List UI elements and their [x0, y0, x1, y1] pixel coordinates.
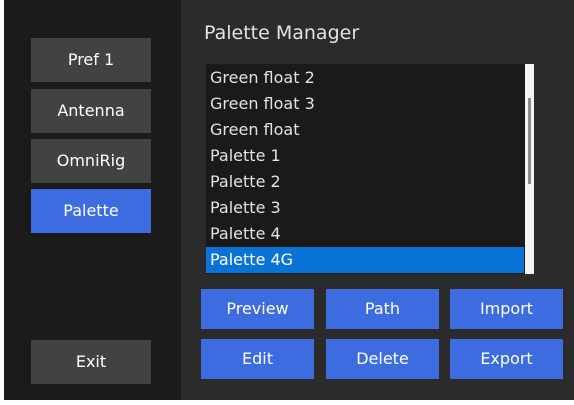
sidebar-item-antenna[interactable]: Antenna: [31, 89, 151, 133]
sidebar-item-omnirig[interactable]: OmniRig: [31, 139, 151, 183]
palette-listbox[interactable]: Green float 2 Green float 3 Green float …: [206, 64, 533, 274]
delete-button[interactable]: Delete: [326, 339, 439, 379]
edit-button[interactable]: Edit: [201, 339, 314, 379]
app-window: Pref 1 Antenna OmniRig Palette Exit Pale…: [4, 0, 574, 400]
palette-manager-panel: Palette Manager Green float 2 Green floa…: [181, 0, 574, 400]
sidebar-item-pref-1[interactable]: Pref 1: [31, 38, 151, 82]
scrollbar-thumb[interactable]: [528, 98, 531, 184]
list-item[interactable]: Green float 2: [206, 65, 524, 91]
list-scrollbar[interactable]: [525, 64, 534, 274]
import-button[interactable]: Import: [450, 289, 563, 329]
sidebar-item-palette[interactable]: Palette: [31, 189, 151, 233]
list-item[interactable]: Palette 2: [206, 169, 524, 195]
exit-button[interactable]: Exit: [31, 340, 151, 384]
page-title: Palette Manager: [204, 22, 360, 44]
preview-button[interactable]: Preview: [201, 289, 314, 329]
list-item[interactable]: Palette 1: [206, 143, 524, 169]
export-button[interactable]: Export: [450, 339, 563, 379]
list-item[interactable]: Palette 3: [206, 195, 524, 221]
list-item[interactable]: Green float 3: [206, 91, 524, 117]
path-button[interactable]: Path: [326, 289, 439, 329]
sidebar: Pref 1 Antenna OmniRig Palette Exit: [4, 0, 181, 400]
list-item[interactable]: Green float: [206, 117, 524, 143]
list-item[interactable]: Palette 4: [206, 221, 524, 247]
list-item-selected[interactable]: Palette 4G: [206, 247, 524, 273]
